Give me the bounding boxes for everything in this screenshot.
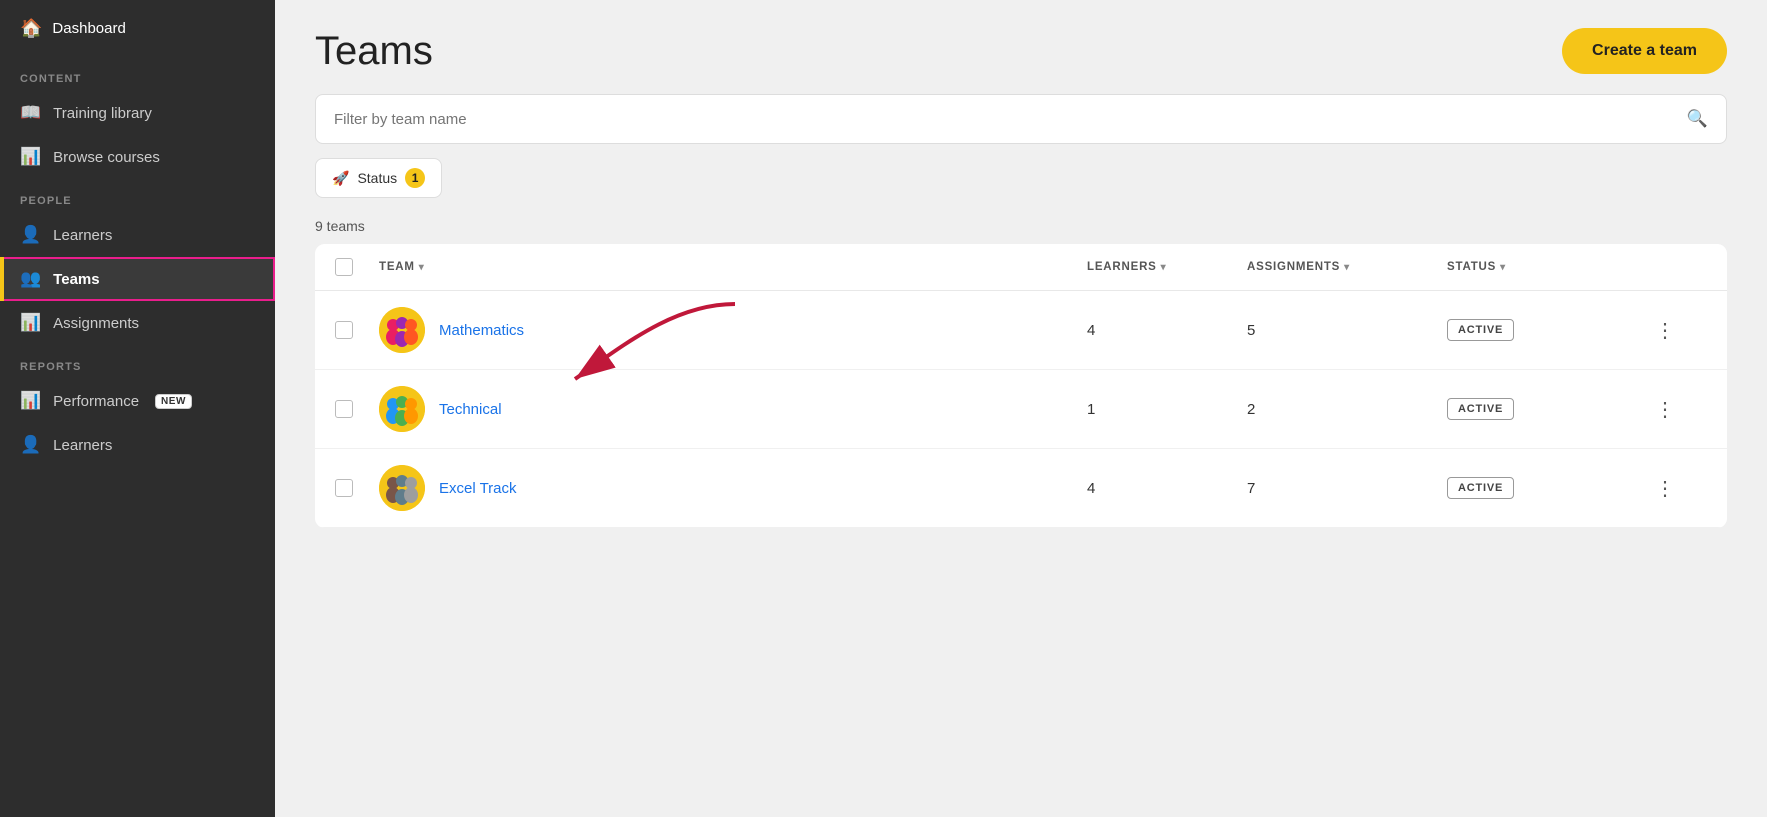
row1-avatar <box>379 307 425 353</box>
row1-checkbox[interactable] <box>335 321 353 339</box>
row3-team-name[interactable]: Excel Track <box>439 480 517 497</box>
main-content: Teams Create a team 🔍 🚀 Status 1 9 teams <box>275 0 1767 817</box>
filter-area: 🔍 🚀 Status 1 <box>275 94 1767 210</box>
search-bar: 🔍 <box>315 94 1727 144</box>
status-filter-badge: 1 <box>405 168 425 188</box>
teams-icon: 👥 <box>20 269 41 289</box>
sidebar-item-learners[interactable]: 👤 Learners <box>0 213 275 257</box>
sidebar-item-browse-courses[interactable]: 📊 Browse courses <box>0 135 275 179</box>
row1-learners: 4 <box>1087 322 1247 339</box>
row1-team-name[interactable]: Mathematics <box>439 322 524 339</box>
row3-learners: 4 <box>1087 480 1247 497</box>
row1-status-container: ACTIVE <box>1447 319 1647 341</box>
browse-courses-label: Browse courses <box>53 149 160 166</box>
filter-chips: 🚀 Status 1 <box>315 158 1727 198</box>
row2-status-container: ACTIVE <box>1447 398 1647 420</box>
row2-avatar <box>379 386 425 432</box>
learners-column-header[interactable]: LEARNERS ▾ <box>1087 261 1247 273</box>
row1-team-info: Mathematics <box>379 307 1087 353</box>
row3-assignments: 7 <box>1247 480 1447 497</box>
performance-icon: 📊 <box>20 391 41 411</box>
active-indicator <box>0 257 4 301</box>
learners-reports-icon: 👤 <box>20 435 41 455</box>
row3-avatar <box>379 465 425 511</box>
select-all-checkbox[interactable] <box>335 258 353 276</box>
sidebar-item-teams[interactable]: 👥 Teams <box>0 257 275 301</box>
chart-icon: 📊 <box>20 147 41 167</box>
page-title: Teams <box>315 29 433 74</box>
teams-table: TEAM ▾ LEARNERS ▾ ASSIGNMENTS ▾ STATUS ▾ <box>315 244 1727 528</box>
training-library-label: Training library <box>53 105 152 122</box>
table-row: Technical 1 2 ACTIVE ⋮ <box>315 370 1727 449</box>
assignments-sort-icon: ▾ <box>1344 262 1350 273</box>
row3-status-badge: ACTIVE <box>1447 477 1514 499</box>
row1-assignments: 5 <box>1247 322 1447 339</box>
sidebar-item-learners-reports[interactable]: 👤 Learners <box>0 423 275 467</box>
row2-assignments: 2 <box>1247 401 1447 418</box>
search-icon: 🔍 <box>1687 109 1708 129</box>
row3-checkbox[interactable] <box>335 479 353 497</box>
learners-label: Learners <box>53 227 112 244</box>
row2-actions: ⋮ <box>1647 393 1707 426</box>
row2-status-badge: ACTIVE <box>1447 398 1514 420</box>
sidebar-item-performance[interactable]: 📊 Performance NEW <box>0 379 275 423</box>
row2-team-name[interactable]: Technical <box>439 401 502 418</box>
user-icon: 👤 <box>20 225 41 245</box>
status-sort-icon: ▾ <box>1500 262 1506 273</box>
team-column-header[interactable]: TEAM ▾ <box>379 261 1087 273</box>
row1-more-button[interactable]: ⋮ <box>1647 314 1683 347</box>
team-sort-icon: ▾ <box>419 262 425 273</box>
learners-sort-icon: ▾ <box>1161 262 1167 273</box>
row3-actions: ⋮ <box>1647 472 1707 505</box>
row2-team-info: Technical <box>379 386 1087 432</box>
status-filter-chip[interactable]: 🚀 Status 1 <box>315 158 442 198</box>
row3-team-info: Excel Track <box>379 465 1087 511</box>
row3-checkbox-container <box>335 479 379 497</box>
page-header: Teams Create a team <box>275 0 1767 94</box>
assignments-label: Assignments <box>53 315 139 332</box>
people-section-label: PEOPLE <box>0 179 275 213</box>
row3-more-button[interactable]: ⋮ <box>1647 472 1683 505</box>
row2-learners: 1 <box>1087 401 1247 418</box>
row2-checkbox[interactable] <box>335 400 353 418</box>
sidebar-item-training-library[interactable]: 📖 Training library <box>0 91 275 135</box>
new-badge: NEW <box>155 394 192 409</box>
table-row: Mathematics 4 5 ACTIVE ⋮ <box>315 291 1727 370</box>
row1-status-badge: ACTIVE <box>1447 319 1514 341</box>
table-header: TEAM ▾ LEARNERS ▾ ASSIGNMENTS ▾ STATUS ▾ <box>315 244 1727 291</box>
content-section-label: CONTENT <box>0 57 275 91</box>
create-team-button[interactable]: Create a team <box>1562 28 1727 74</box>
assignments-icon: 📊 <box>20 313 41 333</box>
reports-section-label: REPORTS <box>0 345 275 379</box>
status-column-header[interactable]: STATUS ▾ <box>1447 261 1647 273</box>
book-icon: 📖 <box>20 103 41 123</box>
select-all-checkbox-container <box>335 258 379 276</box>
performance-label: Performance <box>53 393 139 410</box>
teams-count: 9 teams <box>275 210 1767 244</box>
sidebar-item-assignments[interactable]: 📊 Assignments <box>0 301 275 345</box>
sidebar: 🏠 Dashboard CONTENT 📖 Training library 📊… <box>0 0 275 817</box>
dashboard-label: Dashboard <box>52 20 125 37</box>
status-filter-label: Status <box>357 170 397 186</box>
sidebar-logo[interactable]: 🏠 Dashboard <box>0 0 275 57</box>
home-icon: 🏠 <box>20 18 42 39</box>
row3-status-container: ACTIVE <box>1447 477 1647 499</box>
rocket-icon: 🚀 <box>332 170 349 187</box>
row1-checkbox-container <box>335 321 379 339</box>
learners-reports-label: Learners <box>53 437 112 454</box>
row2-more-button[interactable]: ⋮ <box>1647 393 1683 426</box>
table-section: TEAM ▾ LEARNERS ▾ ASSIGNMENTS ▾ STATUS ▾ <box>275 244 1767 817</box>
row2-checkbox-container <box>335 400 379 418</box>
search-input[interactable] <box>334 111 1687 128</box>
row1-actions: ⋮ <box>1647 314 1707 347</box>
table-row: Excel Track 4 7 ACTIVE ⋮ <box>315 449 1727 528</box>
teams-label: Teams <box>53 271 99 288</box>
assignments-column-header[interactable]: ASSIGNMENTS ▾ <box>1247 261 1447 273</box>
